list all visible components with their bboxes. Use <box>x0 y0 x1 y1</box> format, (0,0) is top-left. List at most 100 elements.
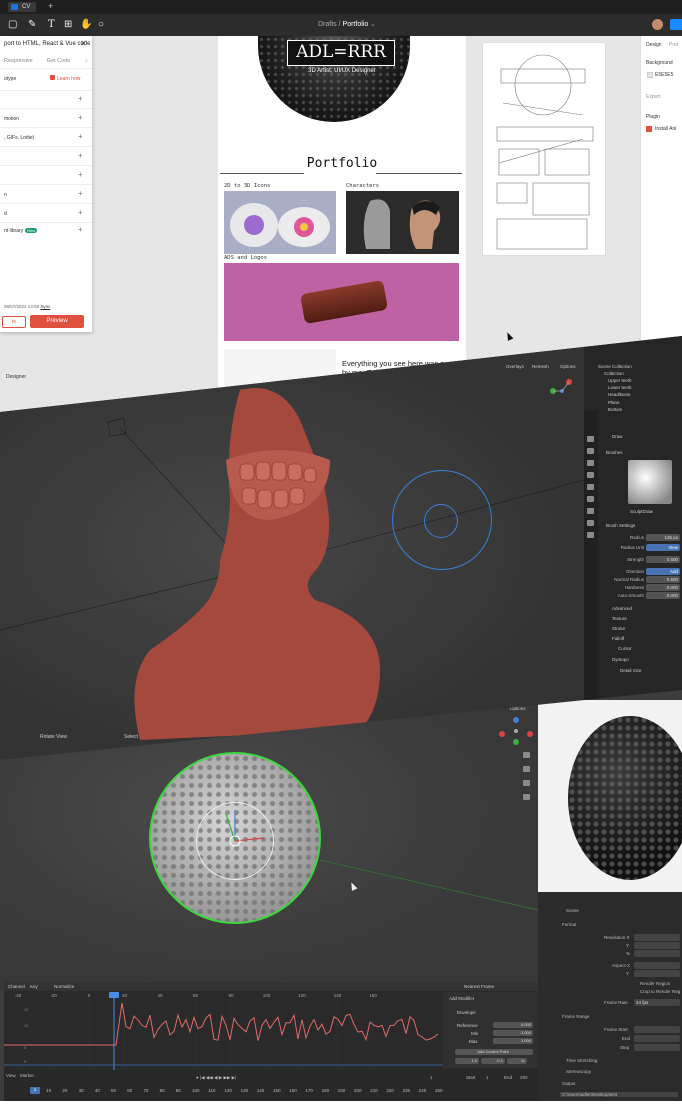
radius-unit-field[interactable]: View <box>646 544 680 551</box>
reference-field[interactable]: 0.000 <box>493 1022 533 1028</box>
plus-icon[interactable]: + <box>78 151 83 160</box>
tab-get-code[interactable]: Get Code <box>47 58 71 64</box>
start-field[interactable]: 1 <box>486 1075 489 1080</box>
breadcrumb[interactable]: Drafts / Portfolio ⌄ <box>318 19 376 31</box>
plugin-row-n[interactable]: n <box>4 192 7 198</box>
axis-gizmo[interactable] <box>548 376 576 398</box>
brush-name[interactable]: SculptDraw <box>630 509 653 514</box>
marker-menu[interactable]: Marker <box>20 1073 34 1078</box>
object-tab-icon[interactable] <box>587 496 594 502</box>
outliner-item[interactable]: Plane <box>608 400 620 405</box>
zoom-icon[interactable] <box>523 752 530 758</box>
cp-min-field[interactable]: -0.1 <box>481 1058 505 1064</box>
chevron-down-icon[interactable]: ⌄ <box>370 21 376 28</box>
crop-checkbox[interactable]: Crop to Render Reg <box>640 989 680 994</box>
outliner-item[interactable]: Head/Bone <box>608 392 631 397</box>
render-region-checkbox[interactable]: Render Region <box>640 981 670 986</box>
axis-gizmo[interactable] <box>498 716 534 746</box>
world-tab-icon[interactable] <box>587 484 594 490</box>
strength-field[interactable]: 0.500 <box>646 556 680 563</box>
cp-frame-field[interactable]: 1.0 <box>455 1058 479 1064</box>
brush-preview[interactable] <box>628 460 672 504</box>
view-menu[interactable]: View <box>6 1073 16 1078</box>
plus-icon[interactable]: + <box>78 208 83 217</box>
sync-link[interactable]: Sync <box>40 304 50 309</box>
normal-radius-field[interactable]: 0.500 <box>646 576 680 583</box>
res-x-field[interactable] <box>634 934 680 941</box>
frame-range-panel[interactable]: Frame Range <box>562 1014 590 1019</box>
time-stretching-panel[interactable]: Time Stretching <box>566 1058 597 1063</box>
color-swatch[interactable] <box>647 72 653 78</box>
plugin-row-library[interactable]: nt library New <box>4 228 38 234</box>
aspect-x-field[interactable] <box>634 962 680 969</box>
plugin-row-motion[interactable]: motion <box>4 116 19 122</box>
frame-start-field[interactable] <box>634 1026 680 1033</box>
outliner-item[interactable]: Collection <box>604 371 624 376</box>
camera-icon[interactable] <box>523 780 530 786</box>
min-field[interactable]: -1.000 <box>493 1030 533 1036</box>
components-icon[interactable]: ⊞ <box>64 18 72 32</box>
ads-thumbnail[interactable] <box>224 263 459 341</box>
plus-icon[interactable]: + <box>78 113 83 122</box>
envelope-modifier[interactable]: Envelope <box>457 1010 476 1015</box>
timeline-current-frame[interactable]: 1 <box>30 1087 40 1094</box>
text-tool-icon[interactable]: T <box>48 18 55 32</box>
stereoscopy-panel[interactable]: Stereoscopy <box>566 1069 591 1074</box>
panel-falloff[interactable]: Falloff <box>612 636 624 641</box>
panel-advanced[interactable]: Advanced <box>612 606 632 611</box>
frame-step-field[interactable] <box>634 1044 680 1051</box>
brush-settings-header[interactable]: Brush Settings <box>606 523 635 528</box>
breadcrumb-project[interactable]: Drafts <box>318 21 337 28</box>
add-control-point-button[interactable]: Add Control Point <box>455 1049 533 1055</box>
cp-max-field[interactable]: 11 <box>507 1058 527 1064</box>
export-button[interactable]: ts <box>2 316 26 328</box>
frame-tool-icon[interactable]: ▢ <box>8 18 17 32</box>
plus-icon[interactable]: + <box>78 225 83 234</box>
radius-field[interactable]: 135 px <box>646 534 680 541</box>
outliner-item[interactable]: Upper teeth <box>608 378 632 383</box>
hand-tool-icon[interactable]: ✋ <box>80 18 92 32</box>
new-tab-icon[interactable]: + <box>48 1 53 11</box>
plugin-row-prototype[interactable]: otype <box>4 76 16 82</box>
res-percent-field[interactable] <box>634 950 680 957</box>
avatar[interactable] <box>652 19 663 30</box>
options-menu[interactable]: Options <box>560 364 576 369</box>
add-modifier-dropdown[interactable]: Add Modifier <box>449 996 474 1001</box>
tool-tab-icon[interactable] <box>587 436 594 442</box>
direction-field[interactable]: Add <box>646 568 680 575</box>
close-icon[interactable]: ✕ <box>80 39 87 48</box>
auto-smooth-field[interactable]: 0.000 <box>646 592 680 599</box>
nearest-frame-dropdown[interactable]: Nearest Frame <box>464 984 494 989</box>
current-frame-field[interactable]: 1 <box>430 1075 433 1080</box>
physics-tab-icon[interactable] <box>587 532 594 538</box>
aspect-y-field[interactable] <box>634 970 680 977</box>
channel-menu[interactable]: Channel <box>8 984 25 989</box>
portfolio-frame[interactable]: ADL=RRR 3D Artist, UI/UX Designer Portfo… <box>218 36 466 420</box>
remesh-menu[interactable]: Remesh <box>532 364 549 369</box>
brushes-header[interactable]: Brushes <box>606 450 623 455</box>
plus-icon[interactable]: + <box>78 94 83 103</box>
plugin-row-d[interactable]: d <box>4 211 7 217</box>
characters-thumbnail[interactable] <box>346 191 459 254</box>
output-path-field[interactable]: C:\Users\adler\Desktop\test <box>560 1092 678 1097</box>
outliner-item[interactable]: Scene Collection <box>598 364 632 369</box>
plus-icon[interactable]: + <box>78 170 83 179</box>
plugin-row-gifs[interactable]: , GIFs, Lottie) <box>4 135 34 141</box>
background-color-value[interactable]: E5E5E5 <box>655 72 673 78</box>
lightbulb-icon[interactable]: ♁ <box>84 58 88 64</box>
file-tab[interactable]: CV <box>8 2 37 12</box>
panel-dyntopo[interactable]: Dyntopo <box>612 657 629 662</box>
panel-cursor[interactable]: Cursor <box>618 646 632 651</box>
scene-tab-icon[interactable] <box>587 472 594 478</box>
hardness-field[interactable]: 0.000 <box>646 584 680 591</box>
pen-tool-icon[interactable]: ✎ <box>28 18 36 32</box>
frame-rate-field[interactable]: 24 fps <box>634 999 680 1006</box>
plus-icon[interactable]: + <box>78 189 83 198</box>
breadcrumb-file[interactable]: Portfolio <box>343 21 369 28</box>
output-tab-icon[interactable] <box>587 460 594 466</box>
tab-prototype[interactable]: Prot <box>669 42 678 48</box>
pan-icon[interactable] <box>523 766 530 772</box>
playback-controls-icon[interactable]: ● |◀ ◀◀ ◀ ▶ ▶▶ ▶| <box>196 1075 236 1081</box>
end-field[interactable]: 250 <box>520 1075 528 1080</box>
panel-stroke[interactable]: Stroke <box>612 626 625 631</box>
